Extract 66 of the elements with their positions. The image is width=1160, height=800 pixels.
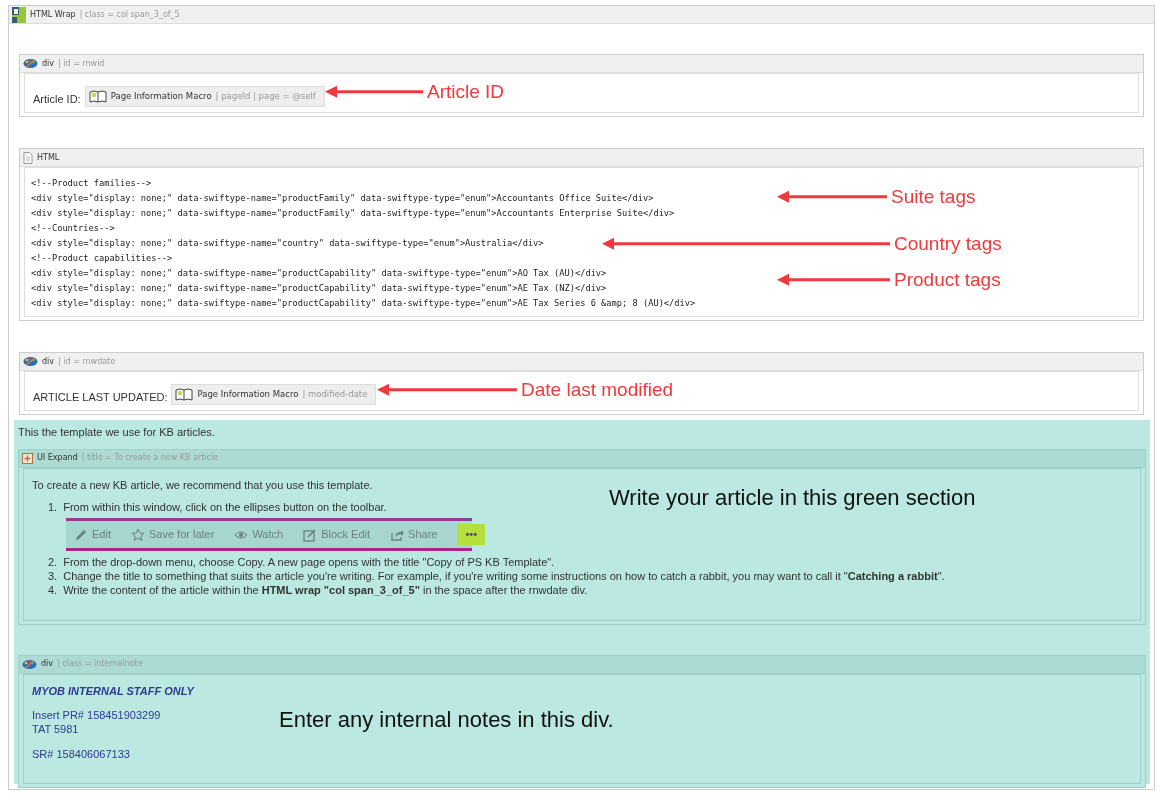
overlay-note: Write your article in this green section [609,484,976,512]
annotation-label: Product tags [894,267,1001,292]
macro-chip[interactable]: Page Information Macro | modified-date [171,384,377,405]
list-number: 4. [48,583,58,597]
macro-params: | pageId | page = @self [215,90,316,103]
note-line: TAT 5981 [32,722,79,736]
note-title: MYOB INTERNAL STAFF ONLY [32,683,196,699]
toolbar-button[interactable]: Watch [234,524,294,545]
pencil-icon [74,527,88,542]
list-number: 2. [48,555,58,569]
field-label: Article ID: [33,91,81,107]
intro-text: This the template we use for KB articles. [18,425,216,440]
element-name: HTML [37,151,60,164]
annotation-label: Date last modified [521,377,674,402]
field-label: ARTICLE LAST UPDATED: [33,389,168,405]
edit-box-icon [303,527,318,542]
macro-chip[interactable]: Page Information Macro | pageId | page = @self [84,86,325,107]
palette-icon [23,356,38,367]
element-params: | id = rnwdate [58,355,116,368]
lead-text: To create a new KB article, we recommend that you use this template. [32,477,374,493]
code-line: <!--Product families--> [31,177,152,190]
code-line: <!--Product capabilities--> [31,252,173,265]
list-item: Change the title to something that suits the article you're writing. For example, if you're writing some instructions on how to catch a rabbit, you may want to call it "Catching a rabbit". [63,569,945,583]
expand-icon [22,452,33,464]
annotation-label: Country tags [894,231,1002,256]
element-name: div [42,355,55,368]
toolbar-button[interactable]: Block Edit [303,524,381,545]
code-line: <div style="display: none;" data-swiftype-name="productFamily" data-swiftype-type="enum">Accountants Office Suite</div> [31,192,654,205]
list-item: From the drop-down menu, choose Copy. A new page opens with the title "Copy of PS KB Template". [63,555,555,569]
code-line: <div style="display: none;" data-swiftype-name="productFamily" data-swiftype-type="enum">Accountants Enterprise Suite</div> [31,207,675,220]
code-line: <div style="display: none;" data-swiftype-name="productCapability" data-swiftype-type="enum">AE Tax Series 6 &amp; 8 (AU)</div> [31,297,696,310]
list-item: From within this window, click on the ellipses button on the toolbar. [63,500,387,514]
overlay-note: Enter any internal notes in this div. [279,706,614,734]
document-icon [23,151,33,164]
code-line: <!--Countries--> [31,222,115,235]
element-name: div [41,658,54,670]
code-line: <div style="display: none;" data-swiftype-name="country" data-swiftype-type="enum">Australia</div> [31,237,544,250]
code-line: <div style="display: none;" data-swiftype-name="productCapability" data-swiftype-type="enum">AE Tax (NZ)</div> [31,282,607,295]
element-params: | class = internalnote [57,658,143,670]
element-params: | class = col span_3_of_5 [79,8,180,21]
list-number: 1. [48,500,58,514]
element-name: UI Expand [37,452,78,464]
element-name: div [42,57,55,70]
element-name: HTML Wrap [30,8,76,21]
star-icon [130,527,145,542]
wrap-logo-icon [12,6,26,23]
list-item: Write the content of the article within the HTML wrap "col span_3_of_5" in the space after the rnwdate div. [63,583,588,597]
toolbar-button[interactable]: Save for later [130,524,225,545]
toolbar-button[interactable]: Share [390,524,448,545]
macro-name: Page Information Macro [110,90,212,103]
toolbar-button[interactable]: Edit [74,524,121,545]
annotation-label: Article ID [427,79,505,104]
macro-name: Page Information Macro [197,388,299,401]
share-icon [390,527,405,542]
annotation-label: Suite tags [891,184,976,209]
toolbar-button[interactable]: ••• [457,524,485,545]
book-icon [88,90,107,103]
note-line: Insert PR# 158451903299 [32,708,161,722]
book-icon [175,388,194,401]
palette-icon [23,58,38,69]
code-line: <div style="display: none;" data-swiftype-name="productCapability" data-swiftype-type="enum">AO Tax (AU)</div> [31,267,607,280]
element-params: | id = rnwid [58,57,105,70]
macro-params: | modified-date [302,388,368,401]
note-line: SR# 158406067133 [32,747,130,761]
list-number: 3. [48,569,58,583]
palette-icon [22,658,37,670]
